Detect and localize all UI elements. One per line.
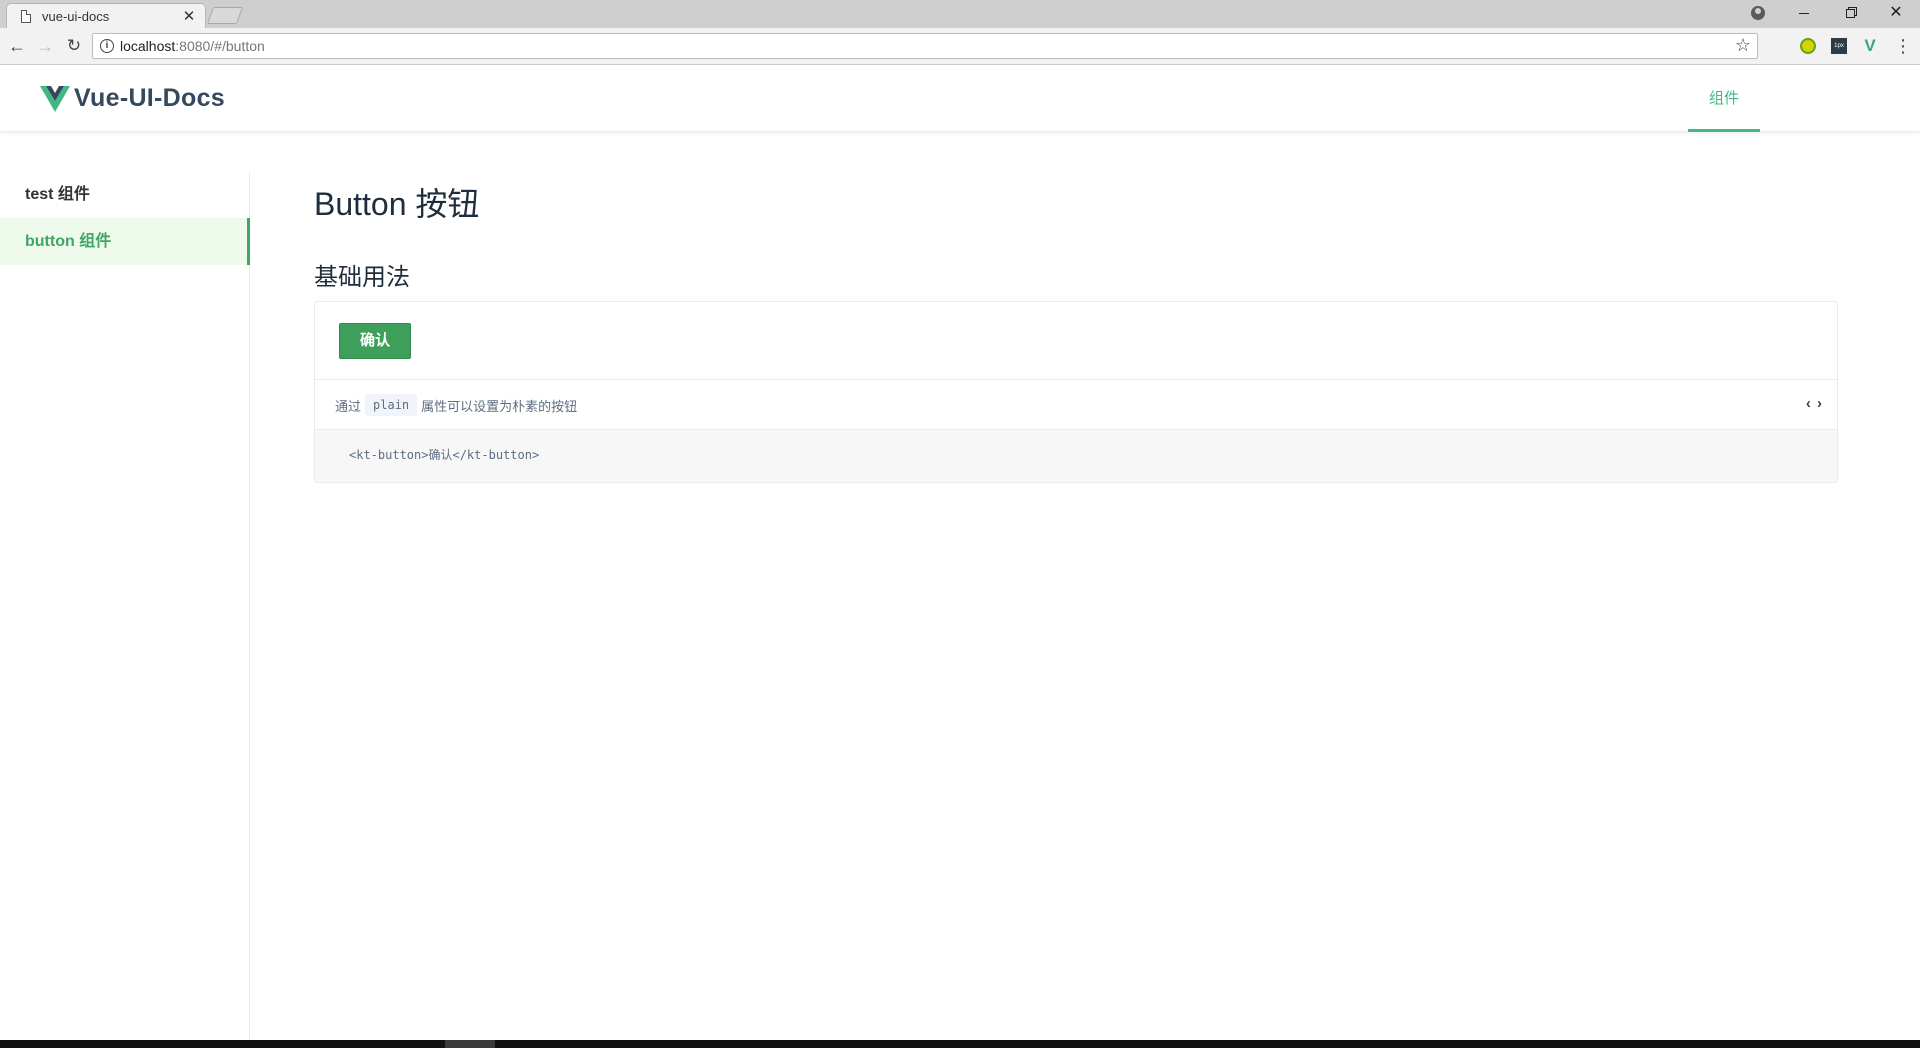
url-path: :8080/#/button (175, 38, 265, 54)
browser-tab-bar: vue-ui-docs ✕ ✕ (0, 0, 1920, 28)
nav-item-components[interactable]: 组件 (1688, 66, 1760, 132)
description-text: 通过 plain 属性可以设置为朴素的按钮 (335, 394, 577, 416)
close-tab-icon[interactable]: ✕ (181, 7, 197, 25)
site-header: Vue-UI-Docs 组件 (0, 66, 1920, 132)
demo-preview: 确认 (315, 302, 1837, 380)
confirm-button[interactable]: 确认 (339, 323, 411, 359)
vue-logo-icon (40, 85, 70, 112)
browser-toolbar: ← → ↻ i localhost:8080/#/button ☆ 1px V … (0, 28, 1920, 65)
page: Vue-UI-Docs 组件 test 组件 button 组件 Button … (0, 66, 1920, 1041)
url-host: localhost (120, 38, 176, 54)
tab-title: vue-ui-docs (42, 9, 110, 24)
restore-button[interactable] (1827, 0, 1873, 26)
section-title: 基础用法 (314, 264, 410, 291)
bookmark-star-icon[interactable]: ☆ (1735, 35, 1751, 56)
description-prefix: 通过 (335, 398, 362, 414)
reload-icon[interactable]: ↻ (62, 34, 86, 58)
description-suffix: 属性可以设置为朴素的按钮 (421, 398, 578, 414)
minimize-button[interactable] (1781, 0, 1827, 26)
url-text[interactable]: localhost:8080/#/button (120, 38, 265, 54)
close-window-button[interactable]: ✕ (1873, 0, 1919, 26)
browser-tab[interactable]: vue-ui-docs ✕ (6, 3, 206, 28)
forward-arrow-icon[interactable]: → (33, 34, 57, 58)
extension-1px-icon[interactable]: 1px (1831, 38, 1847, 54)
code-snippet: <kt-button>确认</kt-button> (349, 448, 540, 462)
inline-code: plain (365, 394, 418, 416)
vue-devtools-icon[interactable]: V (1862, 37, 1878, 54)
code-toggle-icon[interactable]: ‹ › (1806, 395, 1823, 412)
extension-icon[interactable] (1800, 38, 1816, 54)
code-block: <kt-button>确认</kt-button> (315, 430, 1837, 482)
sidebar-item-test[interactable]: test 组件 (0, 171, 250, 218)
sidebar-item-button[interactable]: button 组件 (0, 218, 250, 265)
browser-menu-icon[interactable]: ⋮ (1894, 36, 1912, 56)
os-taskbar (0, 1040, 1920, 1048)
address-bar[interactable]: i localhost:8080/#/button ☆ (92, 33, 1758, 59)
info-icon[interactable]: i (100, 39, 114, 53)
profile-icon[interactable] (1751, 6, 1765, 20)
back-arrow-icon[interactable]: ← (5, 34, 29, 58)
logo-text: Vue-UI-Docs (74, 84, 226, 112)
sidebar: test 组件 button 组件 (0, 171, 250, 1041)
new-tab-button[interactable] (206, 7, 244, 24)
document-icon (21, 10, 31, 23)
taskbar-item[interactable] (445, 1040, 495, 1048)
page-title: Button 按钮 (314, 186, 480, 222)
demo-description: 通过 plain 属性可以设置为朴素的按钮 ‹ › (315, 380, 1837, 430)
logo[interactable]: Vue-UI-Docs (40, 84, 225, 113)
demo-block: 确认 通过 plain 属性可以设置为朴素的按钮 ‹ › <kt-button>… (314, 301, 1838, 483)
